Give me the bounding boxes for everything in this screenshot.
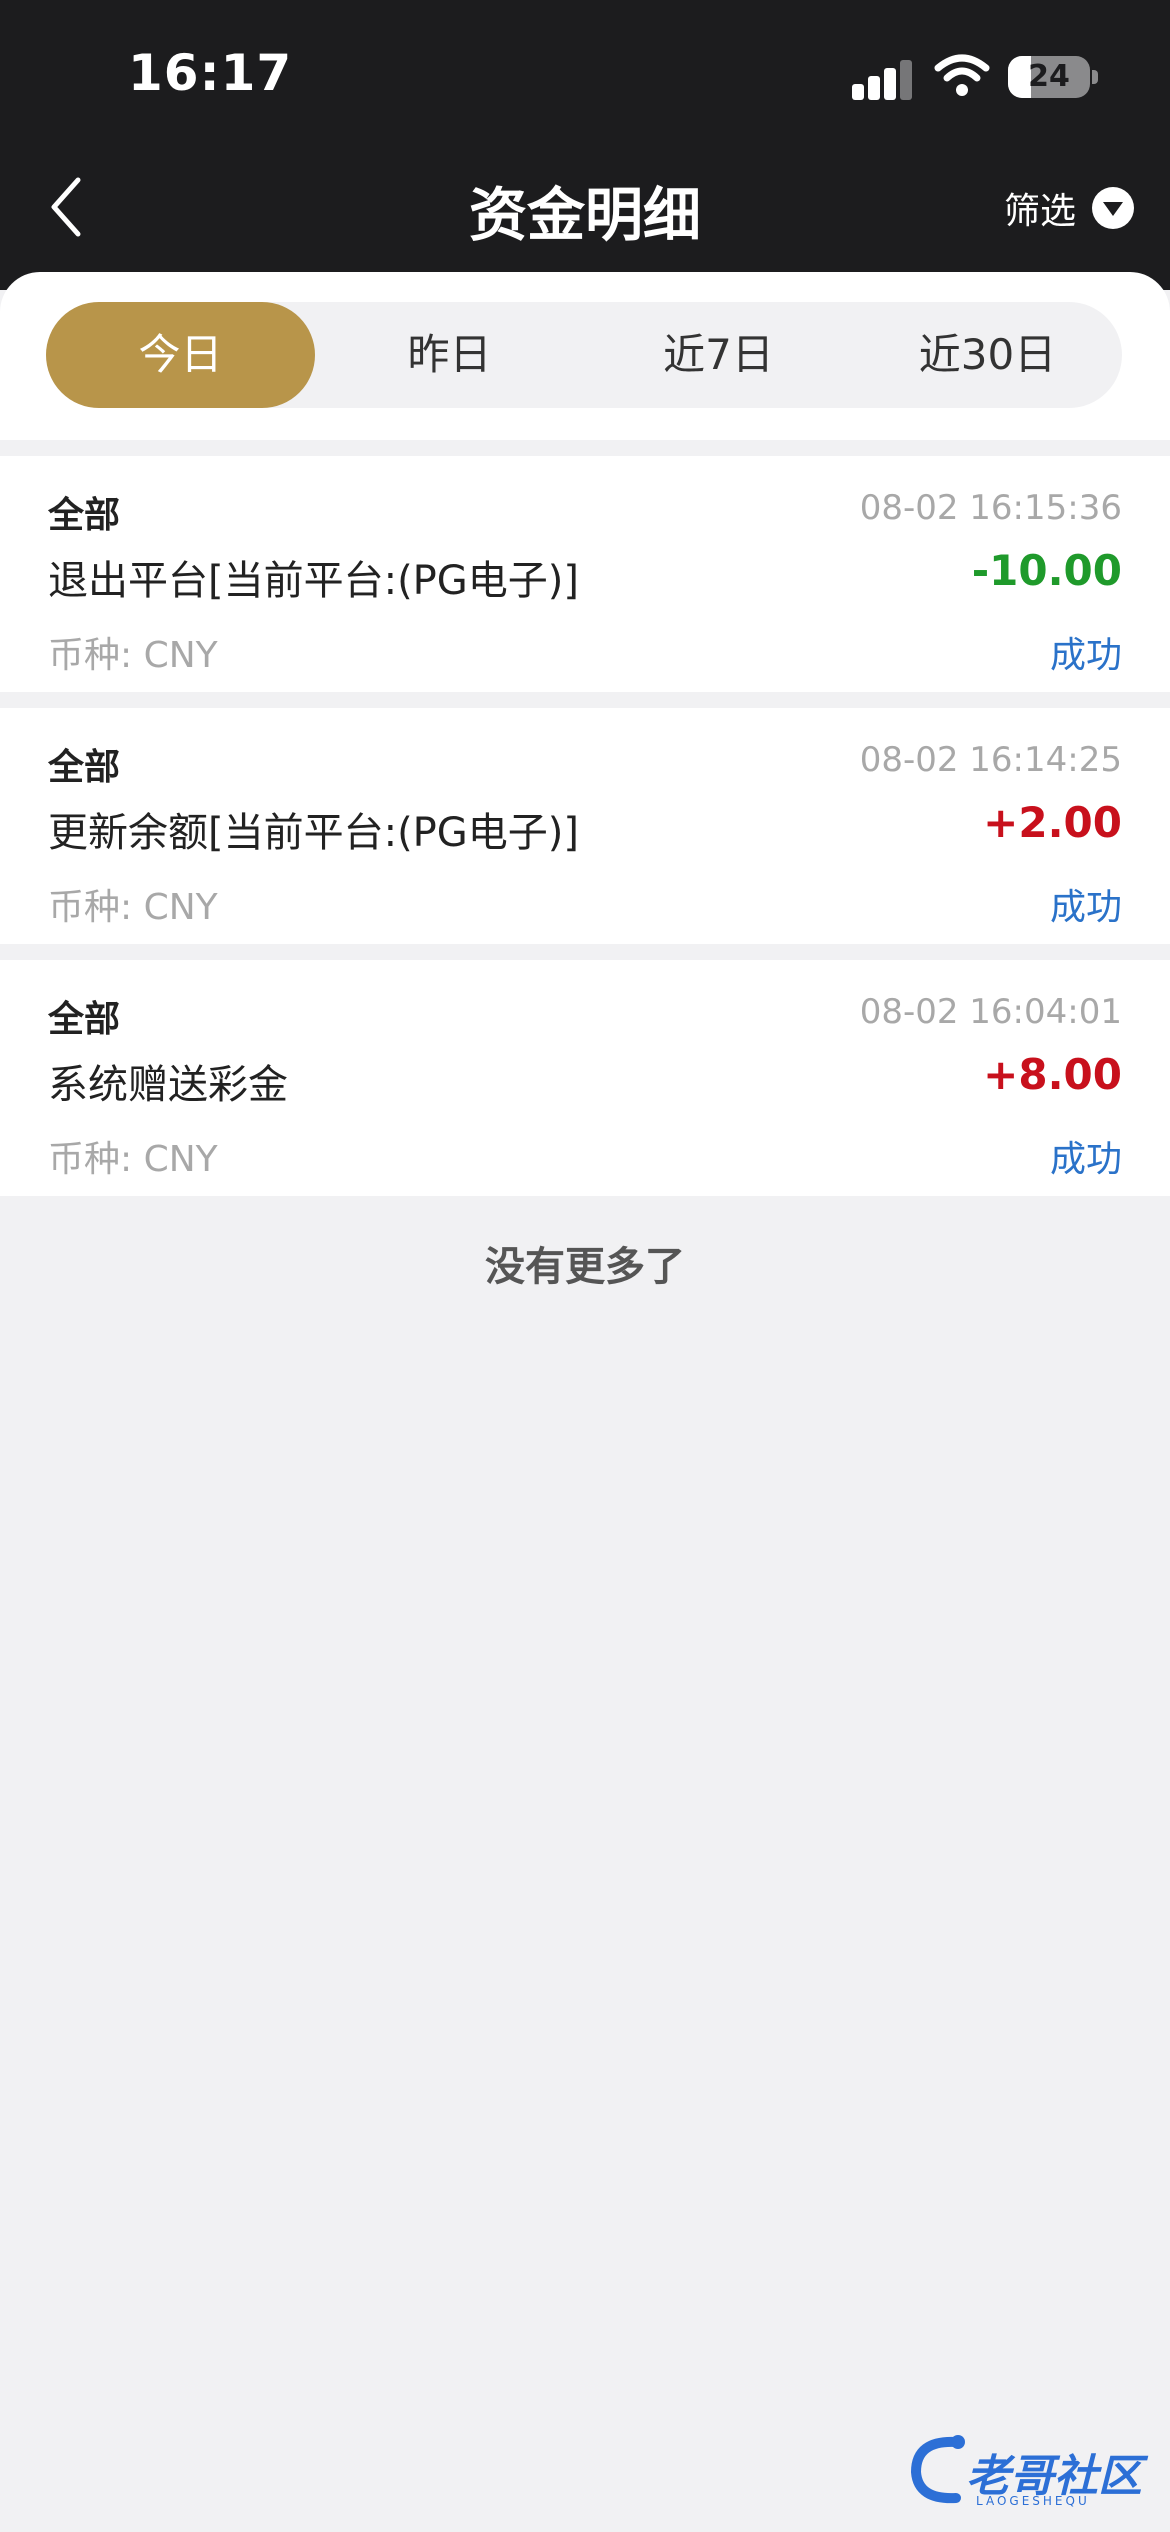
- record-category: 全部: [48, 495, 121, 536]
- transaction-row[interactable]: 全部 08-02 16:04:01 系统赠送彩金 +8.00 币种: CNY 成…: [0, 960, 1170, 1196]
- dropdown-triangle-icon: [1092, 187, 1134, 229]
- record-currency: 币种: CNY: [48, 1139, 218, 1180]
- battery-level: 24: [1028, 59, 1070, 94]
- filter-button[interactable]: 筛选: [1004, 180, 1134, 236]
- filter-label: 筛选: [1003, 191, 1076, 232]
- tab-yesterday[interactable]: 昨日: [315, 302, 584, 408]
- record-currency: 币种: CNY: [48, 887, 218, 928]
- watermark-logo: 老哥社区 LAOGESHEQU: [906, 2420, 1156, 2510]
- record-time: 08-02 16:04:01: [859, 992, 1122, 1032]
- record-currency: 币种: CNY: [48, 635, 218, 676]
- no-more-text: 没有更多了: [485, 1244, 685, 1290]
- record-amount: +8.00: [983, 1050, 1122, 1099]
- record-description: 更新余额[当前平台:(PG电子)]: [48, 810, 580, 856]
- page-title: 资金明细: [468, 181, 701, 249]
- record-amount: +2.00: [983, 798, 1122, 847]
- record-time: 08-02 16:15:36: [859, 488, 1122, 528]
- record-amount: -10.00: [971, 546, 1122, 595]
- tab-today[interactable]: 今日: [46, 302, 315, 408]
- record-status: 成功: [1049, 887, 1122, 928]
- record-description: 系统赠送彩金: [48, 1062, 288, 1108]
- record-category: 全部: [48, 747, 121, 788]
- watermark-subtext: LAOGESHEQU: [976, 2494, 1090, 2508]
- tab-last-7-days[interactable]: 近7日: [584, 302, 853, 408]
- record-description: 退出平台[当前平台:(PG电子)]: [48, 558, 580, 604]
- tab-last-30-days[interactable]: 近30日: [853, 302, 1122, 408]
- transaction-row[interactable]: 全部 08-02 16:15:36 退出平台[当前平台:(PG电子)] -10.…: [0, 456, 1170, 692]
- battery-icon: 24: [1008, 56, 1090, 98]
- top-header: 16:17 24 资金明细 筛选: [0, 0, 1170, 290]
- record-status: 成功: [1049, 1139, 1122, 1180]
- record-category: 全部: [48, 999, 121, 1040]
- record-time: 08-02 16:14:25: [859, 740, 1122, 780]
- status-time: 16:17: [128, 44, 293, 102]
- date-range-tabs: 今日 昨日 近7日 近30日: [46, 302, 1122, 408]
- transaction-row[interactable]: 全部 08-02 16:14:25 更新余额[当前平台:(PG电子)] +2.0…: [0, 708, 1170, 944]
- record-status: 成功: [1049, 635, 1122, 676]
- wifi-icon: [934, 54, 990, 96]
- battery-cap: [1092, 70, 1098, 84]
- cellular-signal-icon: [852, 60, 912, 100]
